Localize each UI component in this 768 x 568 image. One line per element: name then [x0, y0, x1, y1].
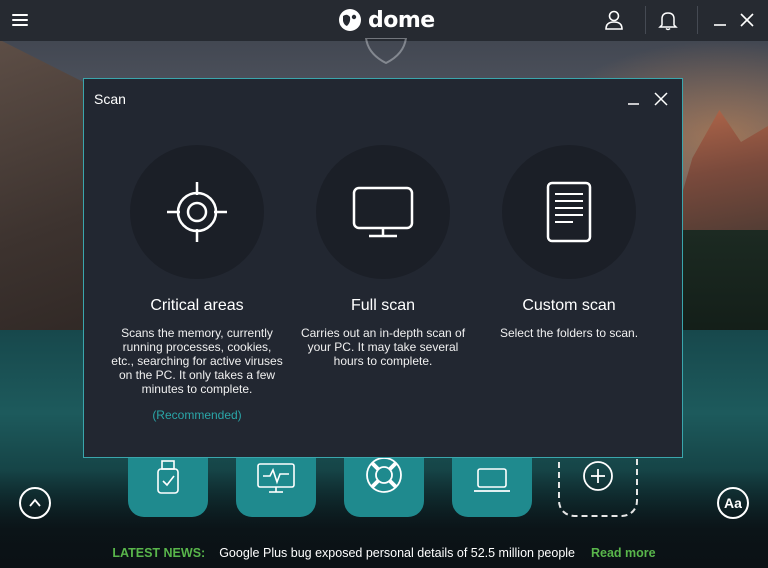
option-title: Custom scan	[522, 297, 616, 314]
close-icon[interactable]	[736, 9, 758, 31]
option-icon-circle	[130, 145, 264, 279]
top-bar: dome	[0, 0, 768, 41]
font-size-button[interactable]: Aa	[717, 487, 749, 519]
topbar-divider	[697, 6, 698, 34]
read-more-link[interactable]: Read more	[591, 546, 656, 560]
expand-up-button[interactable]	[19, 487, 51, 519]
option-icon-circle	[316, 145, 450, 279]
dialog-title: Scan	[94, 91, 126, 107]
panda-logo-icon	[339, 9, 361, 31]
option-title: Critical areas	[150, 297, 244, 314]
rescue-kit-icon	[366, 457, 402, 493]
dialog-minimize-icon[interactable]	[626, 91, 642, 107]
recommended-label: (Recommended)	[152, 408, 242, 422]
option-description: Scans the memory, currently running proc…	[111, 326, 283, 396]
logo-text: dome	[368, 7, 435, 33]
laptop-icon	[474, 468, 510, 492]
topbar-divider	[645, 6, 646, 34]
usb-protection-icon	[157, 460, 179, 494]
scan-dialog: Scan Critical areas Scans the memory, cu…	[83, 78, 683, 458]
process-monitor-icon	[257, 463, 295, 493]
monitor-icon	[352, 186, 414, 238]
option-description: Carries out an in-depth scan of your PC.…	[300, 326, 466, 368]
news-headline[interactable]: Google Plus bug exposed personal details…	[219, 546, 575, 560]
chevron-up-icon	[29, 498, 41, 507]
target-icon	[167, 182, 227, 242]
app-logo: dome	[338, 5, 435, 35]
option-icon-circle	[502, 145, 636, 279]
critical-areas-option[interactable]: Critical areas Scans the memory, current…	[104, 145, 290, 422]
minimize-icon[interactable]	[709, 9, 731, 31]
font-size-label: Aa	[724, 495, 742, 511]
news-label: LATEST NEWS:	[112, 545, 206, 560]
news-bar: LATEST NEWS: Google Plus bug exposed per…	[0, 537, 768, 568]
add-icon	[583, 461, 613, 491]
option-title: Full scan	[350, 297, 416, 314]
menu-icon[interactable]	[12, 14, 28, 27]
document-icon	[546, 181, 592, 243]
user-icon[interactable]	[603, 9, 625, 31]
notifications-icon[interactable]	[657, 9, 679, 31]
option-description: Select the folders to scan.	[499, 326, 639, 340]
full-scan-option[interactable]: Full scan Carries out an in-depth scan o…	[290, 145, 476, 368]
custom-scan-option[interactable]: Custom scan Select the folders to scan.	[476, 145, 662, 340]
dialog-close-icon[interactable]	[653, 91, 669, 107]
shield-icon	[364, 38, 408, 64]
